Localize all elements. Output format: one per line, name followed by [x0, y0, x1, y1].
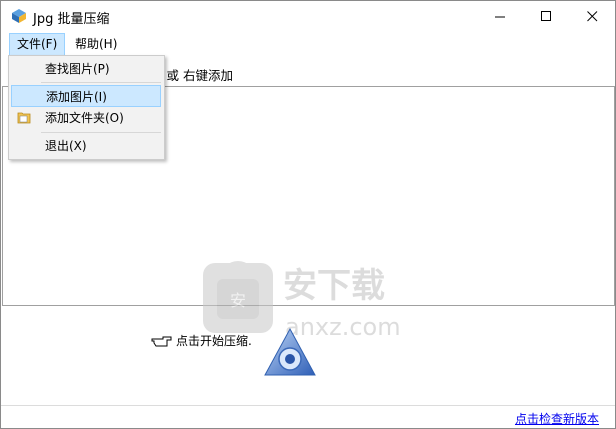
menu-item-label: 添加图片(I)	[46, 90, 107, 104]
title-bar[interactable]: Jpg 批量压缩	[1, 1, 615, 31]
folder-icon	[17, 112, 31, 124]
watermark-title: 安下载	[283, 266, 385, 306]
menu-item-add-images[interactable]: 添加图片(I)	[11, 85, 161, 107]
menu-separator	[41, 82, 161, 83]
pointing-hand-icon	[151, 336, 172, 346]
menu-item-exit[interactable]: 退出(X)	[11, 135, 161, 157]
app-icon	[12, 9, 26, 23]
menu-item-add-folder[interactable]: 添加文件夹(O)	[11, 107, 161, 129]
menu-help[interactable]: 帮助(H)	[68, 34, 124, 54]
triangle-eye-logo[interactable]	[263, 327, 317, 377]
menu-bar: 文件(F) 帮助(H)	[1, 31, 615, 57]
menu-separator	[41, 132, 161, 133]
status-separator	[1, 405, 615, 406]
menu-file[interactable]: 文件(F)	[9, 33, 66, 56]
menu-item-label: 退出(X)	[45, 139, 87, 153]
close-button[interactable]	[569, 1, 615, 31]
check-update-link[interactable]: 点击检查新版本	[515, 410, 599, 427]
close-icon	[586, 10, 597, 21]
main-window: Jpg 批量压缩 文件(F) 帮助(H) 表 或 右键添加 安 安下载 anxz…	[0, 0, 616, 429]
menu-item-find-images[interactable]: 查找图片(P)	[11, 58, 161, 80]
maximize-icon	[540, 10, 551, 21]
minimize-button[interactable]	[477, 1, 523, 31]
svg-text:安: 安	[230, 291, 246, 310]
file-menu-dropdown: 查找图片(P) 添加图片(I) 添加文件夹(O) 退出(X)	[8, 55, 165, 160]
start-compress-hint[interactable]: 点击开始压缩.	[151, 332, 252, 349]
window-title: Jpg 批量压缩	[33, 12, 110, 27]
menu-item-label: 添加文件夹(O)	[45, 111, 124, 125]
start-compress-text: 点击开始压缩.	[176, 334, 252, 348]
maximize-button[interactable]	[523, 1, 569, 31]
minimize-icon	[494, 16, 505, 17]
menu-item-label: 查找图片(P)	[45, 62, 110, 76]
